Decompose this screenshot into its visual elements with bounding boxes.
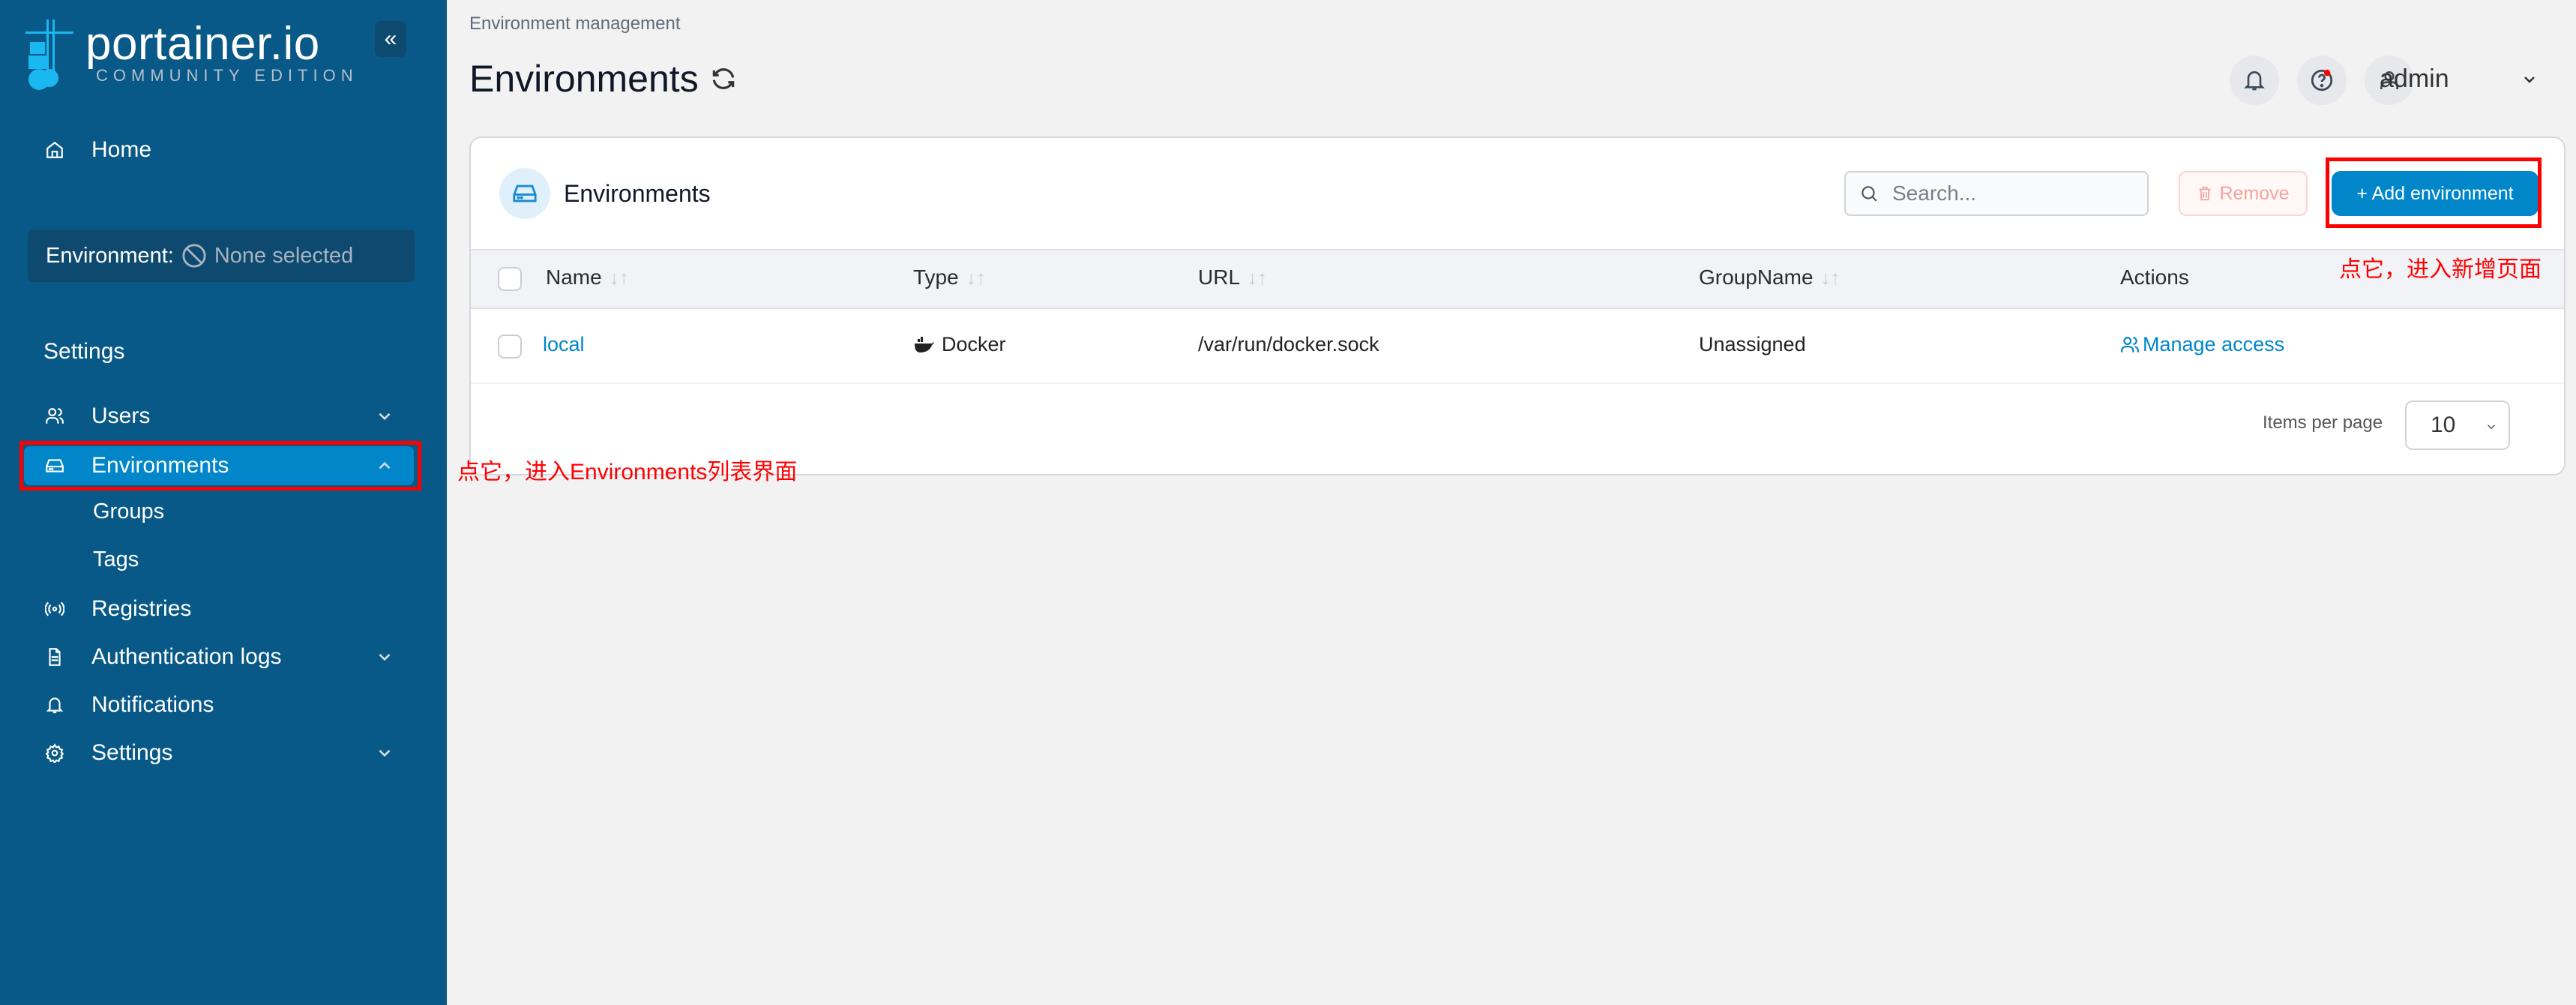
sidebar-section-settings: Settings — [43, 339, 125, 364]
sidebar-item-groups[interactable]: Groups — [93, 500, 164, 524]
items-per-page-select[interactable]: 10 — [2405, 400, 2510, 450]
chevron-down-icon[interactable] — [2521, 70, 2539, 88]
environments-icon — [45, 456, 64, 476]
select-all-checkbox[interactable] — [498, 267, 522, 291]
sidebar-item-tags[interactable]: Tags — [93, 548, 139, 572]
double-chevron-left-icon: « — [384, 26, 397, 51]
sidebar-item-label: Environments — [91, 453, 229, 478]
help-icon — [2311, 69, 2333, 92]
manage-access-link[interactable]: Manage access — [2120, 333, 2284, 356]
environment-url: /var/run/docker.sock — [1198, 333, 1379, 356]
environments-icon — [499, 168, 550, 219]
trash-icon — [2200, 186, 2211, 201]
chevron-down-icon[interactable] — [375, 647, 394, 667]
users-icon — [45, 406, 64, 426]
logo-text: portainer.io — [85, 18, 320, 70]
column-label: URL — [1198, 266, 1241, 289]
column-label: GroupName — [1699, 266, 1814, 289]
page-title-text: Environments — [469, 58, 699, 100]
chevron-down-icon — [2487, 424, 2496, 430]
notifications-button[interactable] — [2230, 56, 2279, 105]
home-icon — [45, 140, 64, 160]
bell-icon — [45, 695, 64, 715]
file-icon — [45, 647, 64, 667]
table-header: Name ↓↑ Type ↓↑ URL ↓↑ GroupName ↓↑ Actions — [471, 249, 2564, 309]
column-header-url[interactable]: URL ↓↑ — [1198, 266, 1267, 290]
sidebar-item-registries[interactable]: Registries — [45, 594, 191, 624]
column-label: Type — [913, 266, 959, 289]
column-label: Actions — [2120, 266, 2189, 289]
column-header-actions: Actions — [2120, 266, 2189, 290]
users-icon — [2121, 336, 2139, 352]
sidebar-item-authentication-logs[interactable]: Authentication logs — [45, 642, 282, 672]
sidebar-item-environments[interactable]: Environments — [45, 451, 229, 481]
environment-value: None selected — [214, 243, 354, 268]
environment-group: Unassigned — [1699, 333, 1806, 356]
breadcrumb: Environment management — [469, 14, 681, 34]
sort-icon: ↓↑ — [966, 266, 986, 289]
sidebar-item-label: Home — [91, 137, 152, 162]
environment-name-link[interactable]: local — [543, 333, 585, 356]
chevron-down-icon[interactable] — [375, 406, 394, 426]
refresh-icon[interactable] — [709, 64, 738, 93]
registries-icon — [45, 599, 64, 619]
sidebar-item-label: Authentication logs — [91, 644, 282, 669]
page-title: Environments — [469, 57, 738, 100]
chevron-up-icon[interactable] — [375, 456, 394, 476]
no-entry-icon — [182, 244, 206, 268]
username[interactable]: admin — [2380, 64, 2449, 94]
search-input[interactable]: Search... — [1844, 171, 2149, 216]
bell-icon — [2244, 71, 2265, 91]
sidebar-item-users[interactable]: Users — [45, 401, 150, 431]
portainer-crane-icon — [25, 20, 73, 90]
remove-button[interactable]: Remove — [2179, 171, 2308, 216]
column-header-groupname[interactable]: GroupName ↓↑ — [1699, 266, 1841, 290]
collapse-sidebar-button[interactable]: « — [375, 21, 406, 57]
sidebar-item-label: Registries — [91, 596, 192, 621]
sidebar-item-home[interactable]: Home — [45, 135, 151, 165]
annotation-sidebar-note: 点它，进入Environments列表界面 — [457, 460, 798, 484]
environment-selector: Environment: None selected — [28, 230, 415, 282]
portainer-logo[interactable]: portainer.io COMMUNITY EDITION — [25, 20, 358, 92]
sidebar-item-notifications[interactable]: Notifications — [45, 690, 214, 720]
table-row: local Docker /var/run/docker.sock Unassi… — [471, 309, 2564, 384]
sidebar-item-label: Settings — [91, 740, 173, 765]
row-checkbox[interactable] — [498, 334, 522, 358]
items-per-page-label: Items per page — [2263, 412, 2383, 433]
column-header-type[interactable]: Type ↓↑ — [913, 266, 986, 290]
help-button[interactable] — [2297, 56, 2347, 105]
annotation-add-note: 点它，进入新增页面 — [2339, 257, 2542, 282]
column-header-name[interactable]: Name ↓↑ — [546, 266, 629, 290]
sort-icon: ↓↑ — [609, 266, 629, 289]
sort-icon: ↓↑ — [1820, 266, 1841, 289]
environment-type: Docker — [913, 333, 1006, 356]
type-label: Docker — [942, 333, 1006, 356]
sidebar-item-label: Users — [91, 404, 151, 428]
logo-edition: COMMUNITY EDITION — [96, 66, 358, 85]
environment-label: Environment: — [46, 243, 174, 268]
remove-label: Remove — [2219, 182, 2290, 204]
search-icon — [1862, 186, 1877, 202]
main-content: Environment management Environments admi… — [447, 0, 2576, 1005]
environments-card: Environments Search... Remove + Add envi… — [469, 136, 2566, 476]
docker-icon — [915, 336, 934, 352]
sidebar-item-settings[interactable]: Settings — [45, 738, 172, 768]
highlight-box-add-environment — [2326, 158, 2542, 228]
search-placeholder: Search... — [1892, 182, 1977, 205]
items-per-page-value: 10 — [2431, 412, 2456, 437]
card-title: Environments — [564, 180, 711, 207]
gear-icon — [45, 743, 64, 763]
sidebar-item-label: Notifications — [91, 692, 214, 717]
manage-access-label: Manage access — [2143, 333, 2285, 356]
chevron-down-icon[interactable] — [375, 743, 394, 763]
column-label: Name — [546, 266, 602, 289]
sidebar: portainer.io COMMUNITY EDITION « Home En… — [0, 0, 447, 1005]
sort-icon: ↓↑ — [1248, 266, 1268, 289]
